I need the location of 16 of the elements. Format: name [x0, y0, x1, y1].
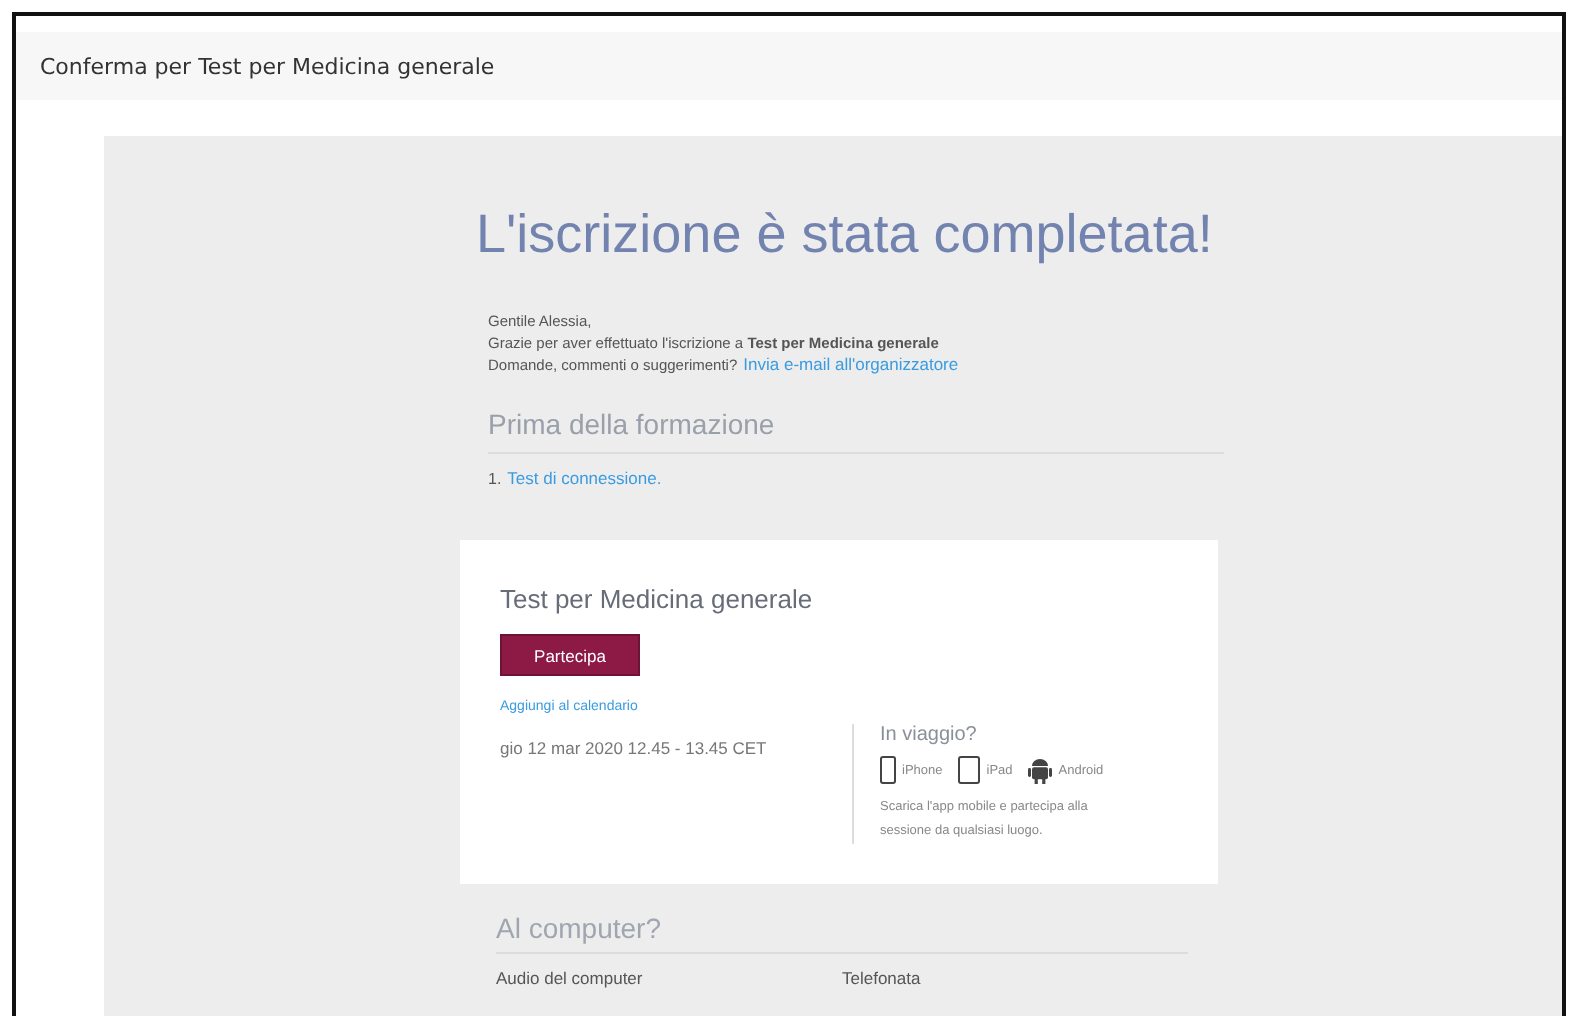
android-robot-icon [1028, 757, 1053, 783]
phone-icon [880, 756, 896, 784]
column-heading: Telefonata [842, 968, 923, 988]
tablet-icon [958, 756, 981, 784]
confirmation-heading: L'iscrizione è stata completata! [476, 204, 1213, 266]
session-title: Test per Medicina generale [500, 584, 815, 614]
window-title: Conferma per Test per Medicina generale [40, 53, 495, 79]
contact-organizer-link[interactable]: Invia e-mail all'organizzatore [743, 354, 959, 374]
travel-title: In viaggio? [880, 724, 979, 746]
column-heading: Audio del computer [496, 968, 645, 988]
session-datetime: gio 12 mar 2020 12.45 - 13.45 CET [500, 738, 769, 758]
section-title: Prima della formazione [488, 408, 777, 444]
list-number: 1. [488, 470, 502, 488]
connection-test-link[interactable]: Test di connessione. [507, 468, 662, 488]
join-button[interactable]: Partecipa [500, 634, 640, 676]
section-title: Al computer? [496, 912, 663, 948]
